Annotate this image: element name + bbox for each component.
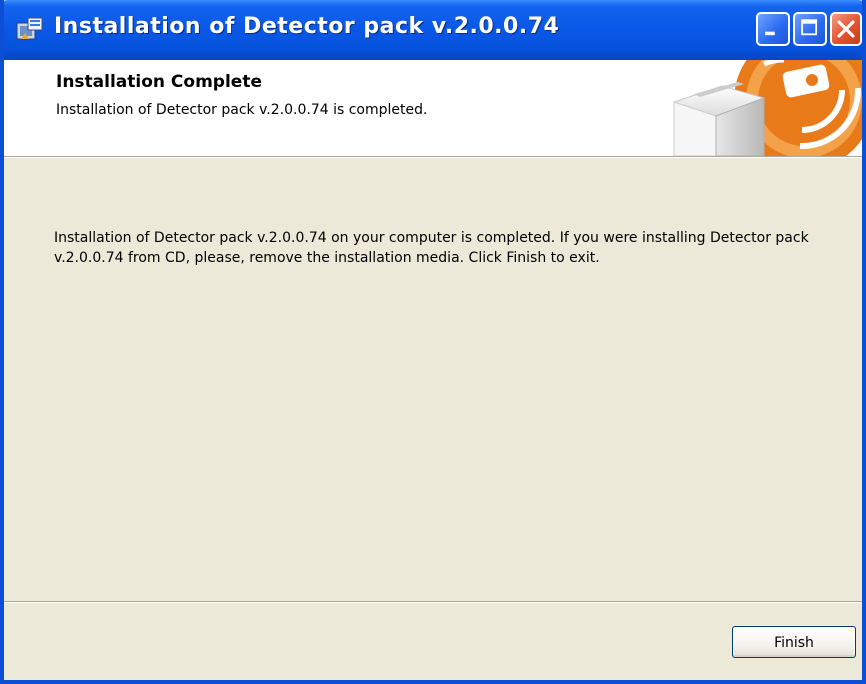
minimize-icon xyxy=(765,31,775,36)
header-divider xyxy=(4,157,862,158)
footer-divider-highlight xyxy=(4,602,862,603)
installer-banner-graphic xyxy=(634,60,862,156)
window-title: Installation of Detector pack v.2.0.0.74 xyxy=(54,14,560,39)
installer-window: Installation of Detector pack v.2.0.0.74… xyxy=(0,0,866,684)
page-title: Installation Complete xyxy=(56,72,262,92)
completion-message: Installation of Detector pack v.2.0.0.74… xyxy=(54,230,809,266)
maximize-icon xyxy=(801,19,818,36)
wizard-header: Installation Complete Installation of De… xyxy=(4,60,862,157)
close-button[interactable] xyxy=(830,12,862,46)
close-icon xyxy=(837,20,855,38)
title-bar[interactable]: Installation of Detector pack v.2.0.0.74 xyxy=(4,0,862,60)
maximize-button[interactable] xyxy=(793,12,827,46)
installer-app-icon xyxy=(16,17,43,40)
page-subtitle: Installation of Detector pack v.2.0.0.74… xyxy=(56,102,428,118)
minimize-button[interactable] xyxy=(756,12,790,46)
finish-button[interactable]: Finish xyxy=(732,626,856,658)
